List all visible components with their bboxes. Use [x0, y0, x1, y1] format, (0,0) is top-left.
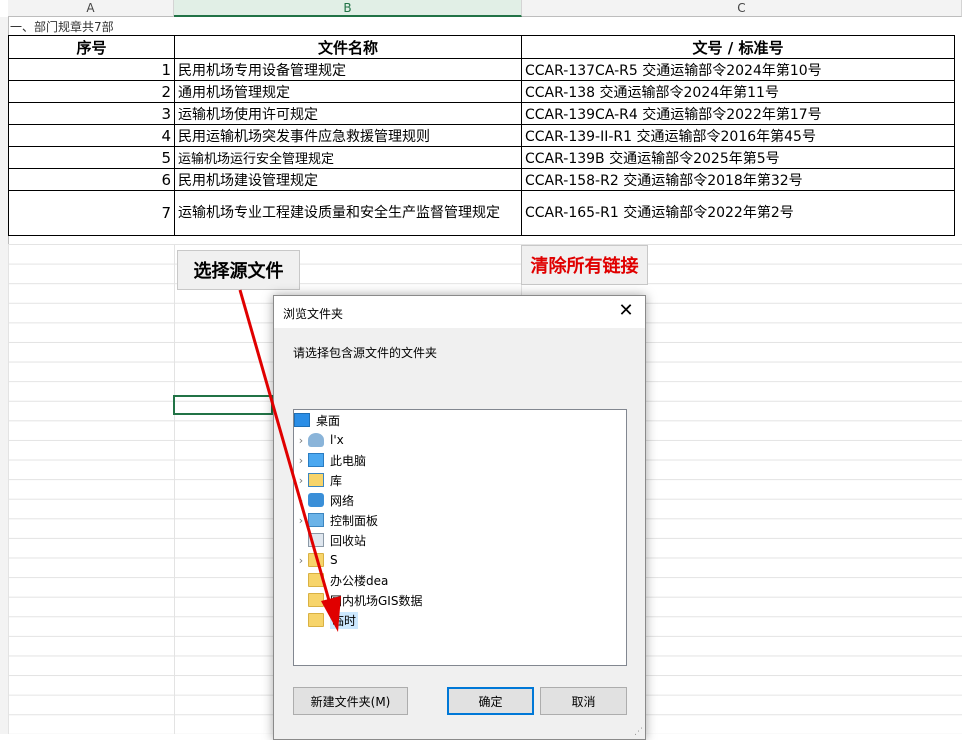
folder-icon [308, 573, 324, 587]
tree-node-gis-data[interactable]: 国内机场GIS数据 [294, 590, 626, 610]
tree-node-office-dea[interactable]: 办公楼dea [294, 570, 626, 590]
select-source-button[interactable]: 选择源文件 [177, 250, 300, 290]
recycle-bin-icon [308, 533, 324, 547]
table-row: 2 通用机场管理规定 CCAR-138 交通运输部令2024年第11号 [8, 80, 955, 103]
new-folder-button[interactable]: 新建文件夹(M) [293, 687, 408, 715]
library-icon [308, 473, 324, 487]
table-row: 7 运输机场专业工程建设质量和安全生产监督管理规定 CCAR-165-R1 交通… [8, 190, 955, 236]
resize-grip-icon[interactable]: ⋰ [634, 727, 643, 737]
header-file-name[interactable]: 文件名称 [174, 35, 522, 59]
regulations-table: 序号 文件名称 文号 / 标准号 1 民用机场专用设备管理规定 CCAR-137… [8, 35, 955, 236]
tree-node-this-pc[interactable]: › 此电脑 [294, 450, 626, 470]
tree-node-label: 控制面板 [330, 513, 379, 528]
cell-seq[interactable]: 7 [8, 190, 175, 236]
cell-file-name[interactable]: 民用运输机场突发事件应急救援管理规则 [174, 124, 522, 147]
tree-node-label: 办公楼dea [330, 573, 389, 588]
cell-doc-number[interactable]: CCAR-139B 交通运输部令2025年第5号 [521, 146, 955, 169]
cell-seq[interactable]: 2 [8, 80, 175, 103]
tree-node-label: 库 [330, 473, 343, 488]
cell-doc-number[interactable]: CCAR-165-R1 交通运输部令2022年第2号 [521, 190, 955, 236]
tree-node-s[interactable]: › S [294, 550, 626, 570]
network-icon [308, 493, 324, 507]
tree-node-label: l'x [330, 433, 344, 447]
tree-node-label: 临时 [330, 611, 359, 629]
tree-node-label: 回收站 [330, 533, 367, 548]
cell-seq[interactable]: 4 [8, 124, 175, 147]
table-row: 6 民用机场建设管理规定 CCAR-158-R2 交通运输部令2018年第32号 [8, 168, 955, 191]
header-doc-number[interactable]: 文号 / 标准号 [521, 35, 955, 59]
cell-seq[interactable]: 6 [8, 168, 175, 191]
cell-seq[interactable]: 1 [8, 58, 175, 81]
tree-node-control-panel[interactable]: › 控制面板 [294, 510, 626, 530]
tree-node-label: S [330, 553, 338, 567]
ok-button[interactable]: 确定 [447, 687, 534, 715]
tree-node-user[interactable]: › l'x [294, 430, 626, 450]
tree-node-label: 网络 [330, 493, 355, 508]
grid-column-line [174, 244, 175, 734]
tree-node-label: 此电脑 [330, 453, 367, 468]
tree-node-library[interactable]: › 库 [294, 470, 626, 490]
table-header-row: 序号 文件名称 文号 / 标准号 [8, 35, 955, 59]
cell-doc-number[interactable]: CCAR-139CA-R4 交通运输部令2022年第17号 [521, 102, 955, 125]
folder-icon [308, 593, 324, 607]
control-panel-icon [308, 513, 324, 527]
tree-node-desktop[interactable]: 桌面 [294, 410, 626, 430]
cell-file-name[interactable]: 运输机场使用许可规定 [174, 102, 522, 125]
column-header-c[interactable]: C [522, 0, 962, 17]
cell-file-name[interactable]: 运输机场运行安全管理规定 [174, 146, 522, 169]
cell-doc-number[interactable]: CCAR-137CA-R5 交通运输部令2024年第10号 [521, 58, 955, 81]
chevron-right-icon[interactable]: › [294, 514, 308, 527]
cell-file-name[interactable]: 民用机场专用设备管理规定 [174, 58, 522, 81]
cell-doc-number[interactable]: CCAR-138 交通运输部令2024年第11号 [521, 80, 955, 103]
dialog-titlebar[interactable]: 浏览文件夹 ✕ [274, 296, 645, 328]
column-header-a[interactable]: A [8, 0, 174, 17]
header-seq[interactable]: 序号 [8, 35, 175, 59]
tree-node-network[interactable]: › 网络 [294, 490, 626, 510]
tree-node-label: 桌面 [316, 413, 341, 428]
folder-tree[interactable]: 桌面 › l'x › 此电脑 › 库 › 网络 › 控制面板 回收站 › S 办… [293, 409, 627, 666]
tree-node-recycle-bin[interactable]: 回收站 [294, 530, 626, 550]
chevron-right-icon[interactable]: › [294, 474, 308, 487]
cell-file-name[interactable]: 通用机场管理规定 [174, 80, 522, 103]
dialog-prompt: 请选择包含源文件的文件夹 [293, 346, 438, 360]
clear-links-button[interactable]: 清除所有链接 [521, 245, 648, 285]
close-icon[interactable]: ✕ [615, 300, 637, 322]
cell-file-name[interactable]: 运输机场专业工程建设质量和安全生产监督管理规定 [174, 190, 522, 236]
chevron-right-icon[interactable]: › [294, 434, 308, 447]
column-header-b[interactable]: B [174, 0, 522, 17]
active-cell[interactable] [173, 395, 273, 415]
folder-icon [308, 553, 324, 567]
chevron-right-icon[interactable]: › [294, 554, 308, 567]
user-icon [308, 433, 324, 447]
chevron-right-icon[interactable]: › [294, 494, 308, 507]
cell-file-name[interactable]: 民用机场建设管理规定 [174, 168, 522, 191]
section-title[interactable]: 一、部门规章共7部 [10, 18, 114, 35]
table-row: 5 运输机场运行安全管理规定 CCAR-139B 交通运输部令2025年第5号 [8, 146, 955, 169]
table-row: 3 运输机场使用许可规定 CCAR-139CA-R4 交通运输部令2022年第1… [8, 102, 955, 125]
cell-seq[interactable]: 5 [8, 146, 175, 169]
dialog-title: 浏览文件夹 [283, 307, 344, 321]
cell-doc-number[interactable]: CCAR-158-R2 交通运输部令2018年第32号 [521, 168, 955, 191]
cancel-button[interactable]: 取消 [540, 687, 627, 715]
table-row: 4 民用运输机场突发事件应急救援管理规则 CCAR-139-II-R1 交通运输… [8, 124, 955, 147]
browse-folder-dialog: 浏览文件夹 ✕ 请选择包含源文件的文件夹 桌面 › l'x › 此电脑 › 库 … [273, 295, 646, 740]
cell-doc-number[interactable]: CCAR-139-II-R1 交通运输部令2016年第45号 [521, 124, 955, 147]
desktop-icon [294, 413, 310, 427]
computer-icon [308, 453, 324, 467]
folder-icon [308, 613, 324, 627]
tree-node-temp[interactable]: 临时 [294, 610, 626, 630]
cell-seq[interactable]: 3 [8, 102, 175, 125]
tree-node-label: 国内机场GIS数据 [330, 593, 423, 608]
chevron-right-icon[interactable]: › [294, 454, 308, 467]
table-row: 1 民用机场专用设备管理规定 CCAR-137CA-R5 交通运输部令2024年… [8, 58, 955, 81]
